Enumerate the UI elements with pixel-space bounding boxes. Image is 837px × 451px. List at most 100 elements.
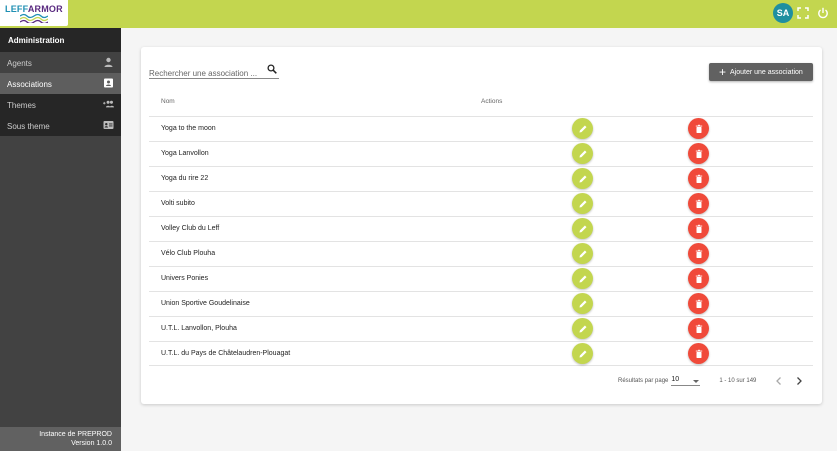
edit-button[interactable] xyxy=(572,143,593,164)
table-row: Vélo Club Plouha xyxy=(149,241,813,266)
table-row: Univers Ponies xyxy=(149,266,813,291)
delete-button[interactable] xyxy=(688,243,709,264)
trash-icon xyxy=(695,174,702,183)
group-add-icon xyxy=(103,100,114,108)
pencil-icon xyxy=(579,275,586,282)
delete-button[interactable] xyxy=(688,193,709,214)
sidebar-title: Administration xyxy=(0,28,121,52)
chevron-down-icon xyxy=(693,380,700,383)
previous-page-icon[interactable] xyxy=(774,376,784,386)
table-row: Volti subito xyxy=(149,191,813,216)
sidebar-item-themes[interactable]: Themes xyxy=(0,94,121,115)
delete-button[interactable] xyxy=(688,268,709,289)
add-association-label: Ajouter une association xyxy=(730,68,803,76)
logo-waves-icon xyxy=(20,13,48,23)
edit-button[interactable] xyxy=(572,343,593,364)
trash-icon xyxy=(695,199,702,208)
edit-button[interactable] xyxy=(572,168,593,189)
association-name: Yoga Lanvollon xyxy=(161,150,209,157)
add-association-button[interactable]: + Ajouter une association xyxy=(709,63,813,81)
version-label: Version 1.0.0 xyxy=(71,440,112,447)
delete-button[interactable] xyxy=(688,118,709,139)
table-row: U.T.L. du Pays de Châtelaudren-Plouagat xyxy=(149,341,813,366)
power-icon[interactable] xyxy=(817,7,829,19)
pencil-icon xyxy=(579,200,586,207)
association-name: U.T.L. du Pays de Châtelaudren-Plouagat xyxy=(161,350,291,357)
per-page-label: Résultats par page xyxy=(618,378,669,384)
search-input[interactable] xyxy=(149,69,261,78)
edit-button[interactable] xyxy=(572,218,593,239)
sidebar: Administration Agents Associations Theme… xyxy=(0,28,121,451)
edit-button[interactable] xyxy=(572,193,593,214)
instance-label: Instance de PREPROD xyxy=(39,431,112,438)
pagination: Résultats par page 10 1 - 10 sur 149 xyxy=(618,376,756,386)
edit-button[interactable] xyxy=(572,293,593,314)
pencil-icon xyxy=(579,300,586,307)
per-page-value: 10 xyxy=(671,376,680,383)
association-name: Volti subito xyxy=(161,200,195,207)
pencil-icon xyxy=(579,350,586,357)
sidebar-item-associations[interactable]: Associations xyxy=(0,73,121,94)
table-row: Yoga du rire 22 xyxy=(149,166,813,191)
trash-icon xyxy=(695,124,702,133)
association-name: Vélo Club Plouha xyxy=(161,250,216,257)
avatar[interactable]: SA xyxy=(773,3,793,23)
delete-button[interactable] xyxy=(688,143,709,164)
edit-button[interactable] xyxy=(572,243,593,264)
badge-icon xyxy=(103,121,114,129)
delete-button[interactable] xyxy=(688,218,709,239)
sidebar-item-label: Sous theme xyxy=(7,122,50,131)
trash-icon xyxy=(695,224,702,233)
sidebar-item-agents[interactable]: Agents xyxy=(0,52,121,73)
sidebar-item-label: Themes xyxy=(7,101,36,110)
pencil-icon xyxy=(579,325,586,332)
trash-icon xyxy=(695,149,702,158)
search-icon[interactable] xyxy=(267,64,277,74)
delete-button[interactable] xyxy=(688,343,709,364)
delete-button[interactable] xyxy=(688,168,709,189)
pencil-icon xyxy=(579,150,586,157)
association-name: Yoga to the moon xyxy=(161,125,216,132)
association-name: Yoga du rire 22 xyxy=(161,175,209,182)
trash-icon xyxy=(695,274,702,283)
sidebar-item-label: Agents xyxy=(7,59,32,68)
table-row: U.T.L. Lanvollon, Plouha xyxy=(149,316,813,341)
edit-button[interactable] xyxy=(572,318,593,339)
edit-button[interactable] xyxy=(572,118,593,139)
column-header-actions: Actions xyxy=(481,98,503,105)
table-row: Yoga to the moon xyxy=(149,116,813,141)
delete-button[interactable] xyxy=(688,318,709,339)
pencil-icon xyxy=(579,125,586,132)
association-name: Volley Club du Leff xyxy=(161,225,220,232)
pencil-icon xyxy=(579,175,586,182)
person-icon xyxy=(104,57,113,67)
associations-card: + Ajouter une association Nom Actions Yo… xyxy=(141,47,822,404)
edit-button[interactable] xyxy=(572,268,593,289)
contact-icon xyxy=(104,78,113,88)
table-row: Yoga Lanvollon xyxy=(149,141,813,166)
association-name: U.T.L. Lanvollon, Plouha xyxy=(161,325,237,332)
sidebar-item-sous-theme[interactable]: Sous theme xyxy=(0,115,121,136)
fullscreen-icon[interactable] xyxy=(797,7,809,19)
trash-icon xyxy=(695,349,702,358)
per-page-select[interactable]: 10 xyxy=(671,376,701,386)
delete-button[interactable] xyxy=(688,293,709,314)
search-field xyxy=(149,63,279,79)
plus-icon: + xyxy=(719,65,727,79)
pencil-icon xyxy=(579,250,586,257)
association-name: Univers Ponies xyxy=(161,275,209,282)
table-row: Volley Club du Leff xyxy=(149,216,813,241)
instance-info: Instance de PREPROD Version 1.0.0 xyxy=(0,427,121,451)
top-bar: LEFFARMOR SA xyxy=(0,0,837,28)
column-header-name[interactable]: Nom xyxy=(161,98,175,105)
table-row: Union Sportive Goudelinaise xyxy=(149,291,813,316)
trash-icon xyxy=(695,299,702,308)
page-range: 1 - 10 sur 149 xyxy=(719,378,757,384)
sidebar-item-label: Associations xyxy=(7,80,52,89)
trash-icon xyxy=(695,324,702,333)
association-name: Union Sportive Goudelinaise xyxy=(161,300,250,307)
pencil-icon xyxy=(579,225,586,232)
logo[interactable]: LEFFARMOR xyxy=(0,0,68,26)
trash-icon xyxy=(695,249,702,258)
next-page-icon[interactable] xyxy=(794,376,804,386)
